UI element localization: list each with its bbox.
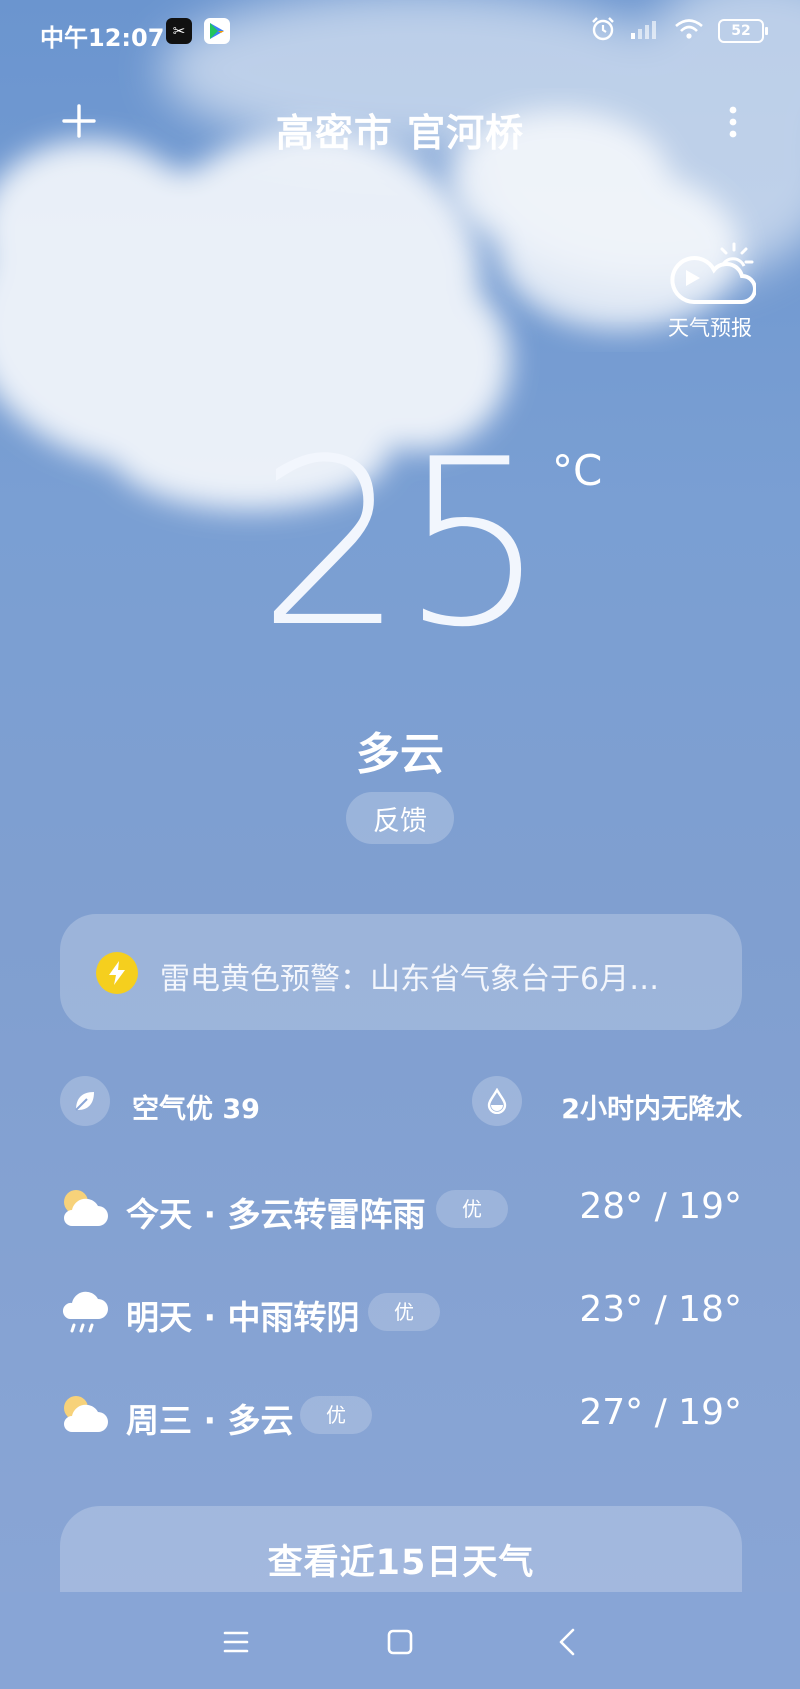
leaf-icon — [60, 1076, 110, 1126]
aqi-badge: 优 — [436, 1190, 508, 1228]
forecast-video-button[interactable]: 天气预报 — [662, 240, 758, 342]
temperature-unit: °C — [552, 446, 603, 495]
aqi-badge: 优 — [368, 1293, 440, 1331]
back-chevron-icon[interactable] — [548, 1622, 588, 1662]
more-vertical-icon[interactable] — [718, 100, 748, 144]
signal-icon — [630, 18, 660, 44]
menu-icon[interactable] — [216, 1622, 256, 1662]
daily-description: 明天 · 中雨转阴 — [126, 1298, 360, 1337]
partly-cloudy-icon — [64, 1190, 108, 1226]
current-temperature: 25 — [258, 411, 547, 678]
forecast-video-label: 天气预报 — [668, 316, 752, 340]
battery-icon: 52 — [718, 19, 768, 43]
info-row: 空气优 39 2小时内无降水 — [60, 1076, 742, 1128]
precipitation-label[interactable]: 2小时内无降水 — [561, 1087, 742, 1126]
daily-temps: 28° / 19° — [579, 1186, 742, 1227]
view-15-day-button[interactable]: 查看近15日天气 — [60, 1506, 742, 1606]
top-bar: 高密市 官河桥 — [0, 90, 800, 160]
rain-cloud-icon — [62, 1291, 108, 1333]
daily-row-tomorrow[interactable]: 明天 · 中雨转阴 优 23° / 18° — [60, 1281, 742, 1341]
lightning-icon — [96, 952, 138, 994]
daily-temps: 27° / 19° — [579, 1392, 742, 1433]
location-title[interactable]: 高密市 官河桥 — [0, 102, 800, 157]
daily-row-wednesday[interactable]: 周三 · 多云 优 27° / 19° — [60, 1384, 742, 1444]
play-store-icon — [204, 18, 230, 44]
daily-temps: 23° / 18° — [579, 1289, 742, 1330]
daily-description: 今天 · 多云转雷阵雨 — [126, 1195, 426, 1234]
alert-text: 雷电黄色预警：山东省气象台于6月… — [160, 962, 660, 997]
navigation-bar — [0, 1592, 800, 1689]
wifi-icon — [674, 18, 704, 44]
air-quality-label[interactable]: 空气优 39 — [132, 1087, 260, 1126]
raindrop-icon — [472, 1076, 522, 1126]
weather-alert-banner[interactable]: 雷电黄色预警：山东省气象台于6月… — [60, 914, 742, 1030]
partly-cloudy-icon — [64, 1396, 108, 1432]
aqi-badge: 优 — [300, 1396, 372, 1434]
home-square-icon[interactable] — [380, 1622, 420, 1662]
daily-description: 周三 · 多云 — [126, 1401, 294, 1440]
view-15-day-label: 查看近15日天气 — [267, 1543, 535, 1583]
status-bar: 中午12:07 ✂ 52 — [0, 0, 800, 66]
feedback-button[interactable]: 反馈 — [346, 792, 454, 844]
current-condition: 多云 — [356, 729, 444, 780]
status-time: 中午12:07 — [40, 24, 165, 52]
capcut-app-icon: ✂ — [166, 18, 192, 44]
daily-row-today[interactable]: 今天 · 多云转雷阵雨 优 28° / 19° — [60, 1178, 742, 1238]
alarm-icon — [590, 16, 616, 46]
sun-cloud-play-icon — [670, 242, 757, 304]
